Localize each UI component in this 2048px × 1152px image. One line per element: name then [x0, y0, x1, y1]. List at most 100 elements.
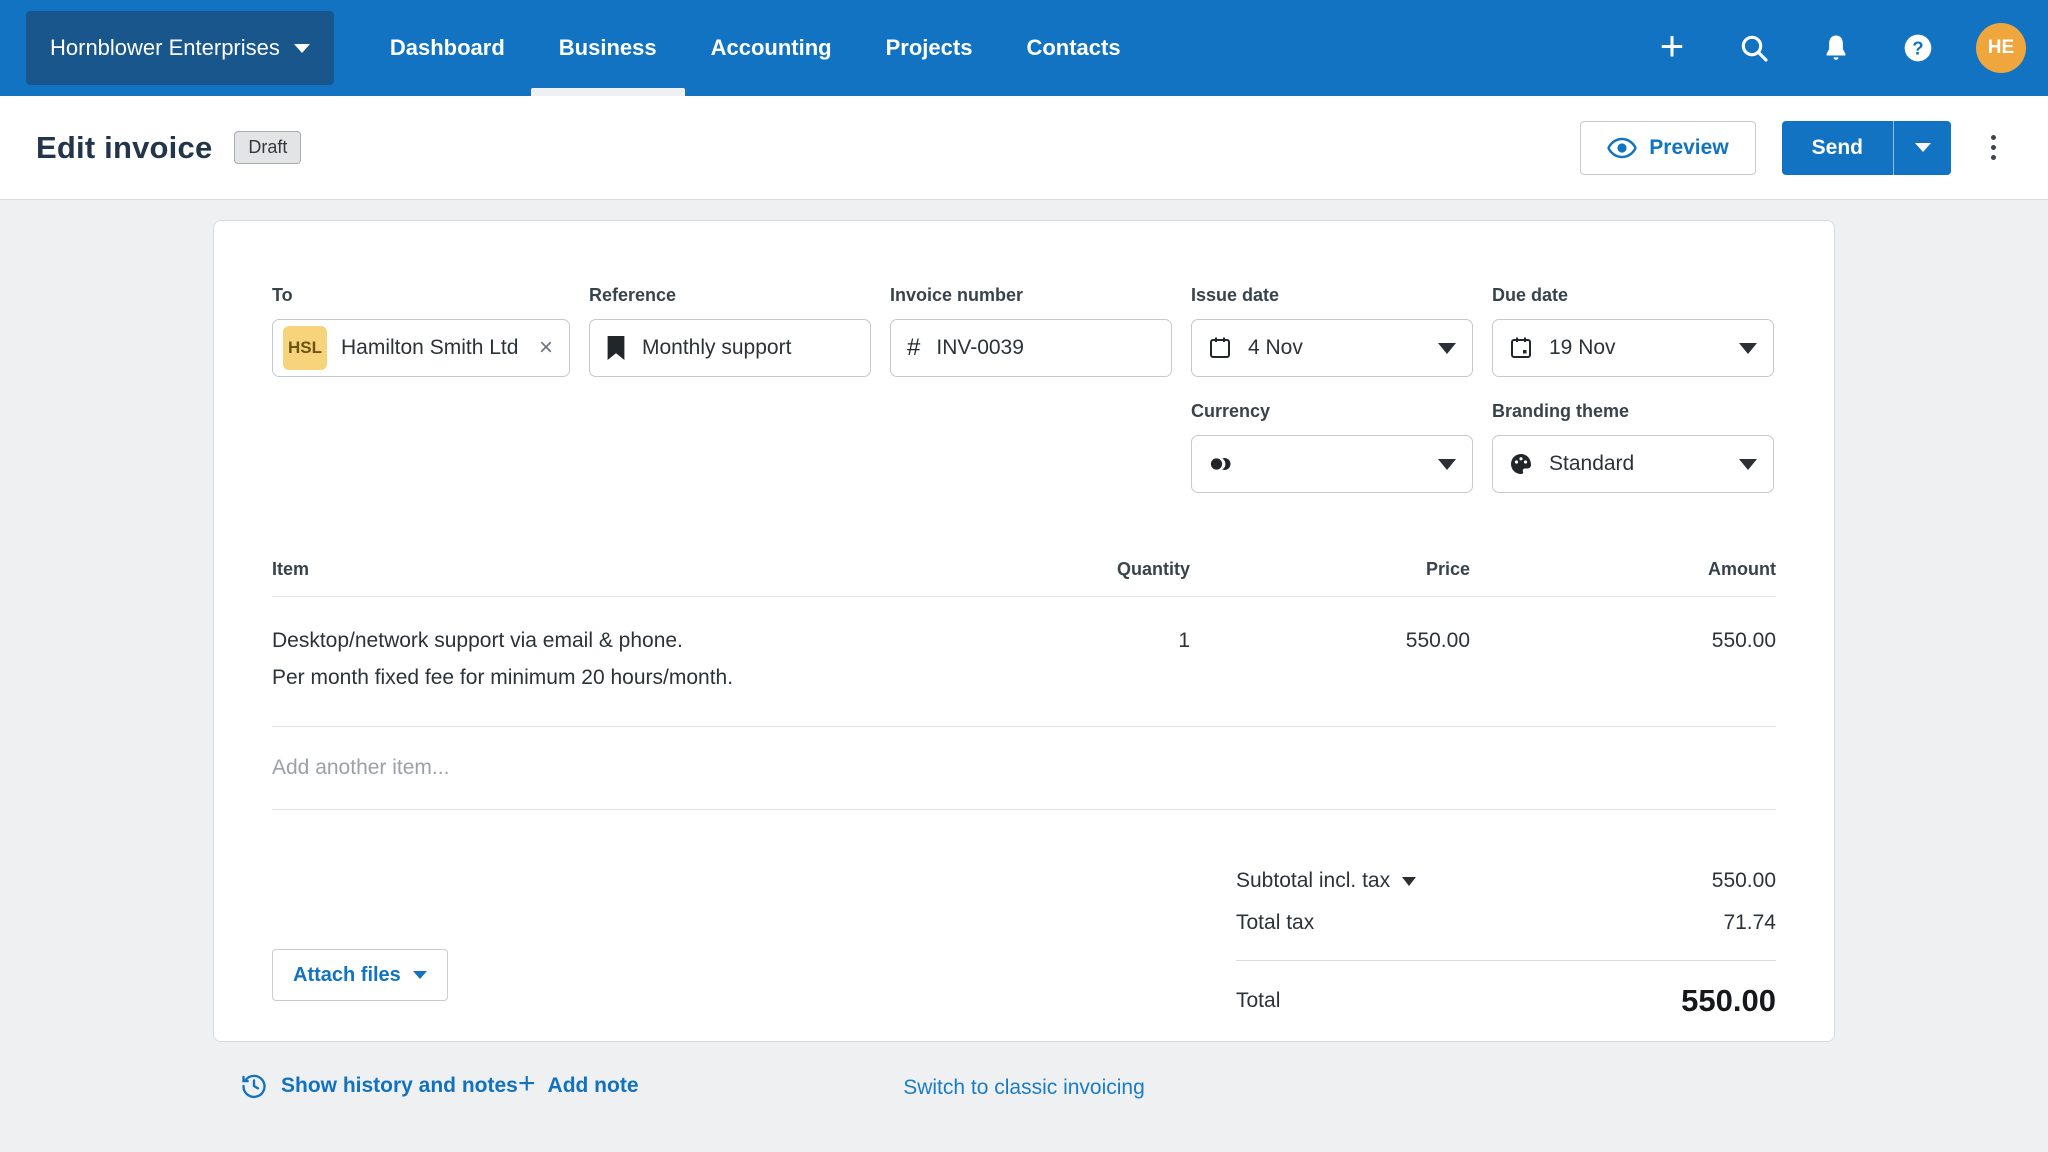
top-navigation-bar: Hornblower Enterprises Dashboard Busines… [0, 0, 2048, 96]
nav-item-accounting[interactable]: Accounting [711, 0, 832, 96]
branding-theme-value: Standard [1549, 452, 1635, 475]
add-item-row[interactable]: Add another item... [272, 727, 1776, 810]
invoice-number-field[interactable]: # INV-0039 [890, 319, 1172, 377]
issue-date-value: 4 Nov [1248, 336, 1303, 359]
chevron-down-icon [1402, 876, 1417, 886]
due-date-label: Due date [1492, 285, 1569, 305]
help-button[interactable]: ? [1894, 24, 1942, 72]
chevron-down-icon [1739, 458, 1757, 470]
preview-label: Preview [1649, 135, 1729, 159]
totals-divider [1236, 960, 1776, 961]
org-name: Hornblower Enterprises [50, 35, 280, 60]
header-actions: Preview Send [1580, 120, 2004, 175]
eye-icon [1607, 137, 1638, 158]
avatar-initials: HE [1987, 37, 2015, 58]
nav-item-business[interactable]: Business [530, 0, 685, 96]
org-switcher-button[interactable]: Hornblower Enterprises [26, 11, 334, 85]
contact-name: Hamilton Smith Ltd [341, 336, 519, 359]
chevron-down-icon [1438, 342, 1456, 354]
bookmark-icon [606, 336, 626, 360]
show-history-button[interactable]: Show history and notes [240, 1072, 518, 1100]
item-description-line2: Per month fixed fee for minimum 20 hours… [272, 666, 734, 689]
help-icon: ? [1904, 34, 1932, 62]
attach-files-button[interactable]: Attach files [272, 949, 448, 1001]
total-label: Total [1236, 989, 1281, 1012]
currency-field-group: Currency [1191, 401, 1473, 493]
page-header: Edit invoice Draft Preview Send [0, 96, 2048, 200]
calendar-icon [1509, 336, 1533, 360]
issue-date-field[interactable]: 4 Nov [1191, 319, 1473, 377]
chevron-down-icon [412, 971, 427, 979]
subtotal-row: Subtotal incl. tax 550.00 [1236, 860, 1776, 902]
reference-value: Monthly support [642, 336, 792, 359]
more-options-button[interactable] [1983, 127, 2004, 168]
subtotal-dropdown[interactable]: Subtotal incl. tax [1236, 869, 1417, 893]
send-button[interactable]: Send [1781, 120, 1893, 175]
show-history-label: Show history and notes [281, 1074, 518, 1097]
plus-icon: + [518, 1067, 536, 1100]
contact-avatar-chip: HSL [283, 326, 327, 370]
total-value: 550.00 [1681, 983, 1776, 1018]
reference-label: Reference [589, 285, 677, 305]
item-description-line1: Desktop/network support via email & phon… [272, 629, 683, 652]
item-amount-cell: 550.00 [1711, 629, 1776, 652]
col-header-amount: Amount [1708, 559, 1776, 579]
notifications-bell-icon [1826, 35, 1846, 60]
branding-theme-field-group: Branding theme Standard [1492, 401, 1774, 493]
issue-date-label: Issue date [1191, 285, 1280, 305]
add-note-label: Add note [547, 1073, 639, 1097]
col-header-quantity: Quantity [1116, 559, 1190, 579]
plus-icon: + [1659, 22, 1685, 69]
to-field-group: To HSL Hamilton Smith Ltd × [272, 285, 570, 377]
nav-item-dashboard[interactable]: Dashboard [390, 0, 505, 96]
nav-item-contacts[interactable]: Contacts [1026, 0, 1120, 96]
total-row: Total 550.00 [1236, 977, 1776, 1025]
item-quantity-cell[interactable]: 1 [1030, 629, 1190, 690]
search-button[interactable] [1730, 24, 1778, 72]
total-tax-label: Total tax [1236, 911, 1315, 934]
reference-field-group: Reference Monthly support [589, 285, 871, 377]
invoice-number-label: Invoice number [890, 285, 1024, 305]
search-icon [1741, 35, 1768, 62]
branding-theme-label: Branding theme [1492, 401, 1630, 421]
history-clock-icon [242, 1074, 266, 1098]
notifications-button[interactable] [1812, 24, 1860, 72]
send-split-button: Send [1781, 120, 1951, 175]
branding-theme-field[interactable]: Standard [1492, 435, 1774, 493]
subtotal-value: 550.00 [1711, 869, 1776, 892]
create-new-button[interactable]: + [1648, 24, 1696, 72]
coins-icon [1208, 452, 1234, 476]
hash-icon: # [907, 334, 921, 361]
table-header-row: Item Quantity Price Amount [272, 559, 1776, 597]
table-row[interactable]: Desktop/network support via email & phon… [272, 597, 1776, 727]
reference-field[interactable]: Monthly support [589, 319, 871, 377]
svg-text:?: ? [1912, 38, 1923, 59]
currency-label: Currency [1191, 401, 1271, 421]
remove-contact-button[interactable]: × [539, 336, 553, 360]
status-badge: Draft [234, 131, 302, 164]
nav-item-projects[interactable]: Projects [886, 0, 973, 96]
to-field[interactable]: HSL Hamilton Smith Ltd × [272, 319, 570, 377]
chevron-down-icon [1914, 143, 1931, 152]
col-header-price: Price [1425, 559, 1470, 579]
app-window: Hornblower Enterprises Dashboard Busines… [0, 0, 2048, 1152]
line-items-table: Item Quantity Price Amount Desktop/netwo… [272, 559, 1776, 810]
issue-date-field-group: Issue date 4 Nov [1191, 285, 1473, 377]
item-description-cell[interactable]: Desktop/network support via email & phon… [272, 629, 1030, 690]
preview-button[interactable]: Preview [1580, 120, 1756, 175]
switch-classic-link[interactable]: Switch to classic invoicing [903, 1076, 1145, 1100]
send-options-button[interactable] [1893, 120, 1951, 175]
invoice-card: To HSL Hamilton Smith Ltd × Reference Mo… [213, 220, 1835, 1042]
item-price-cell[interactable]: 550.00 [1190, 629, 1470, 690]
invoice-fields-row-1: To HSL Hamilton Smith Ltd × Reference Mo… [272, 285, 1776, 377]
main-content: To HSL Hamilton Smith Ltd × Reference Mo… [0, 200, 2048, 1152]
user-avatar[interactable]: HE [1976, 23, 2026, 73]
currency-field[interactable] [1191, 435, 1473, 493]
due-date-field-group: Due date 19 Nov [1492, 285, 1774, 377]
total-tax-value: 71.74 [1723, 911, 1776, 934]
add-note-button[interactable]: + Add note [518, 1067, 639, 1100]
subtotal-label: Subtotal incl. tax [1236, 869, 1391, 892]
palette-icon [1509, 452, 1533, 476]
chevron-down-icon [1438, 458, 1456, 470]
due-date-field[interactable]: 19 Nov [1492, 319, 1774, 377]
